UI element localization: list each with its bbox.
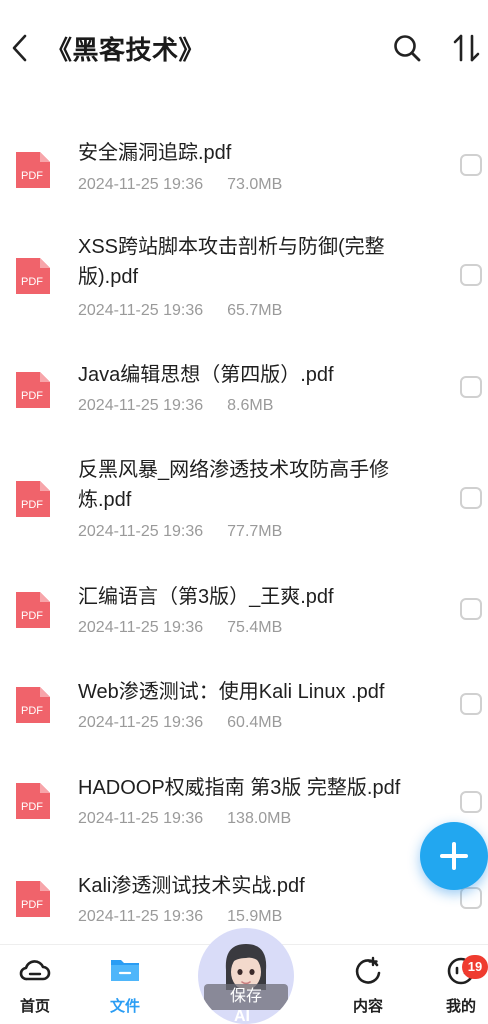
pdf-icon-text: PDF [21,610,43,622]
add-button[interactable] [420,822,488,890]
folder-icon [111,960,139,981]
file-name: 反黑风暴_网络渗透技术攻防高手修炼.pdf [78,459,390,511]
file-name: HADOOP权威指南 第3版 完整版.pdf [78,777,401,799]
top-bar: 《黑客技术》 [0,0,488,96]
ai-save-label: 保存 [204,984,288,1010]
pdf-icon-text: PDF [21,899,43,911]
file-name: XSS跨站脚本攻击剖析与防御(完整版).pdf [78,236,385,288]
file-name: Kali渗透测试技术实战.pdf [78,875,305,897]
pdf-file-icon: PDF [16,881,50,917]
select-checkbox[interactable] [460,693,482,715]
notification-badge: 19 [462,955,488,979]
cloud-icon [19,960,51,981]
file-meta: 2024-11-25 19:36 15.9MB [78,908,282,926]
tab-mine-label: 我的 [445,998,476,1015]
select-checkbox[interactable] [460,264,482,286]
tab-content-label: 内容 [352,998,383,1015]
file-date: 2024-11-25 19:36 [78,619,204,636]
pdf-icon-text: PDF [21,801,43,813]
file-date: 2024-11-25 19:36 [78,523,204,540]
pdf-file-icon: PDF [16,592,50,628]
file-size: 75.4MB [227,619,283,636]
tab-files-label: 文件 [109,998,140,1015]
file-date: 2024-11-25 19:36 [78,810,204,827]
file-size: 77.7MB [227,523,283,540]
file-size: 138.0MB [227,810,292,827]
file-name: Web渗透测试：使用Kali Linux .pdf [78,681,385,703]
pdf-icon-text: PDF [21,276,43,288]
file-date: 2024-11-25 19:36 [78,714,204,731]
content-refresh-icon [355,956,381,984]
file-meta: 2024-11-25 19:36 60.4MB [78,714,282,732]
pdf-file-icon: PDF [16,152,50,188]
tab-content[interactable]: 内容 [333,953,403,1016]
tab-files[interactable]: 文件 [90,953,160,1016]
select-checkbox[interactable] [460,487,482,509]
pdf-file-icon: PDF [16,258,50,294]
ai-label: AI [234,1008,250,1024]
select-checkbox[interactable] [460,376,482,398]
file-date: 2024-11-25 19:36 [78,176,204,193]
tab-home-label: 首页 [19,998,50,1015]
search-icon[interactable] [392,33,422,63]
pdf-icon-text: PDF [21,170,43,182]
file-size: 15.9MB [227,908,283,925]
page-title: 《黑客技术》 [46,35,206,65]
file-size: 73.0MB [227,176,283,193]
file-size: 8.6MB [227,397,274,414]
back-arrow-icon[interactable] [6,30,34,66]
pdf-icon-text: PDF [21,705,43,717]
file-meta: 2024-11-25 19:36 73.0MB [78,176,282,194]
pdf-file-icon: PDF [16,372,50,408]
file-meta: 2024-11-25 19:36 8.6MB [78,397,273,415]
sort-icon[interactable] [452,32,482,64]
select-checkbox[interactable] [460,598,482,620]
tab-home[interactable]: 首页 [0,953,70,1016]
file-size: 60.4MB [227,714,283,731]
file-name: Java编辑思想（第四版）.pdf [78,364,334,386]
pdf-icon-text: PDF [21,390,43,402]
pdf-file-icon: PDF [16,687,50,723]
file-name: 汇编语言（第3版）_王爽.pdf [78,586,334,608]
file-meta: 2024-11-25 19:36 77.7MB [78,523,282,541]
file-meta: 2024-11-25 19:36 65.7MB [78,302,282,320]
file-date: 2024-11-25 19:36 [78,908,204,925]
file-name: 安全漏洞追踪.pdf [78,142,232,164]
pdf-file-icon: PDF [16,481,50,517]
file-meta: 2024-11-25 19:36 75.4MB [78,619,282,637]
pdf-icon-text: PDF [21,499,43,511]
select-checkbox[interactable] [460,154,482,176]
file-date: 2024-11-25 19:36 [78,397,204,414]
pdf-file-icon: PDF [16,783,50,819]
select-checkbox[interactable] [460,887,482,909]
file-size: 65.7MB [227,302,283,319]
file-date: 2024-11-25 19:36 [78,302,204,319]
select-checkbox[interactable] [460,791,482,813]
ai-assistant-button[interactable]: 保存 AI [198,928,294,1024]
plus-icon [440,842,468,870]
file-meta: 2024-11-25 19:36 138.0MB [78,810,291,828]
